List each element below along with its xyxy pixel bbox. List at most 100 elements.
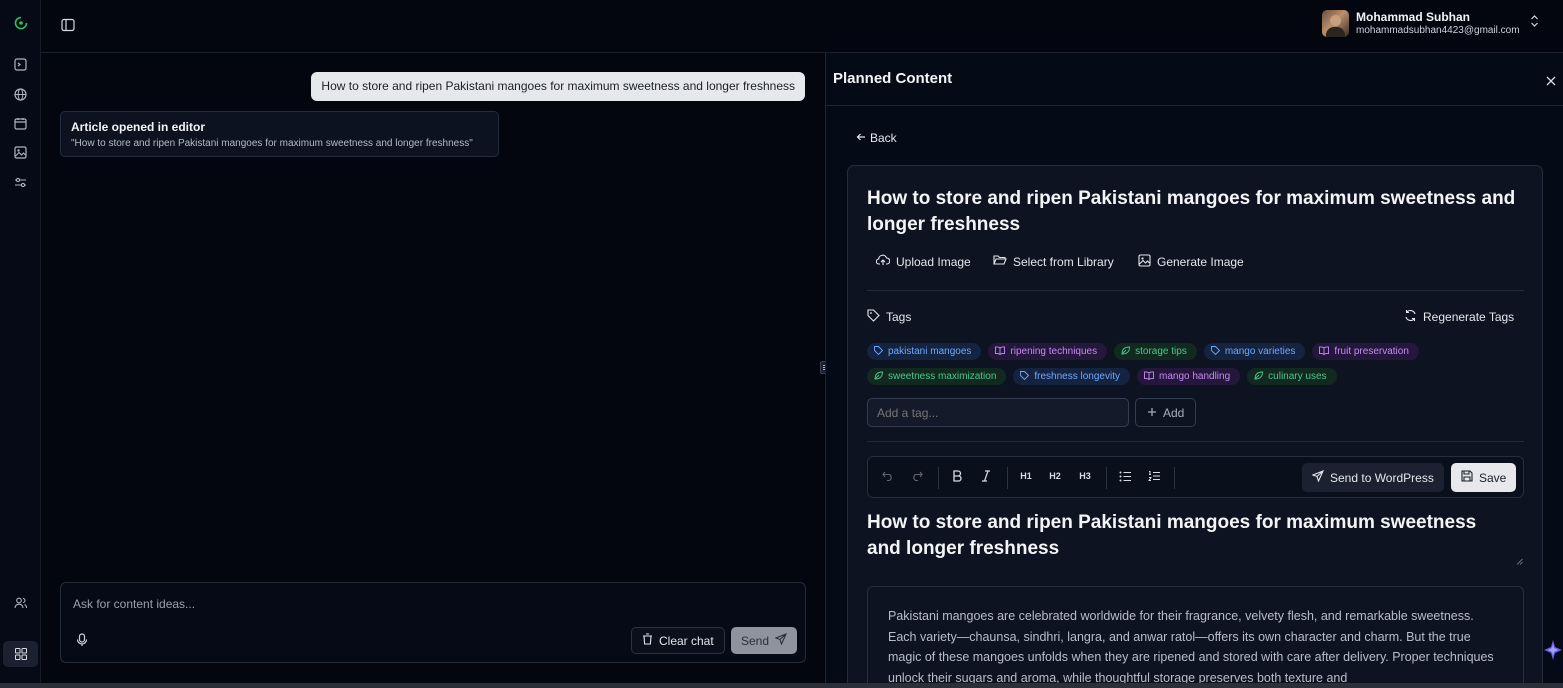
- tag-label: pakistani mangoes: [888, 346, 972, 357]
- refresh-icon: [1404, 309, 1417, 325]
- bottom-scrollbar[interactable]: [0, 683, 1563, 688]
- upload-image-label: Upload Image: [896, 254, 971, 269]
- send-to-wordpress-button[interactable]: Send to WordPress: [1302, 463, 1444, 492]
- settings-sliders-icon[interactable]: [12, 174, 29, 191]
- user-menu[interactable]: Mohammad Subhan mohammadsubhan4423@gmail…: [1322, 10, 1539, 37]
- add-tag-input[interactable]: [867, 398, 1129, 427]
- terminal-icon[interactable]: [12, 56, 29, 73]
- tag-icon: [1020, 370, 1030, 383]
- article-body[interactable]: Pakistani mangoes are celebrated worldwi…: [867, 586, 1524, 688]
- send-icon: [1311, 469, 1325, 485]
- user-email: mohammadsubhan4423@gmail.com: [1356, 24, 1520, 36]
- leaf-icon: [1121, 346, 1131, 358]
- regenerate-tags-button[interactable]: Regenerate Tags: [1404, 309, 1514, 325]
- system-card-title: Article opened in editor: [71, 120, 206, 134]
- app-logo-icon[interactable]: [12, 14, 29, 31]
- book-icon: [995, 345, 1006, 358]
- back-button[interactable]: Back: [856, 131, 897, 145]
- book-icon: [1319, 345, 1330, 358]
- tag-chip[interactable]: pakistani mangoes: [867, 343, 982, 360]
- select-from-library-button[interactable]: Select from Library: [993, 254, 1114, 269]
- clear-chat-button[interactable]: Clear chat: [631, 627, 725, 654]
- tag-label: sweetness maximization: [888, 371, 997, 382]
- toolbar-separator: [1007, 467, 1008, 489]
- italic-icon[interactable]: [977, 467, 995, 485]
- editor-heading[interactable]: How to store and ripen Pakistani mangoes…: [867, 510, 1507, 562]
- add-label: Add: [1163, 405, 1185, 420]
- bullet-list-icon[interactable]: [1116, 467, 1134, 485]
- plus-icon: [1147, 406, 1157, 420]
- image-sparkle-icon: [1138, 254, 1151, 270]
- back-label: Back: [870, 131, 897, 145]
- send-button[interactable]: Send: [731, 627, 798, 654]
- select-from-library-label: Select from Library: [1013, 254, 1114, 269]
- upload-image-button[interactable]: Upload Image: [875, 254, 971, 269]
- generate-image-button[interactable]: Generate Image: [1138, 254, 1244, 270]
- send-label: Send: [741, 633, 770, 648]
- user-message-bubble: How to store and ripen Pakistani mangoes…: [311, 72, 805, 101]
- regenerate-tags-label: Regenerate Tags: [1423, 310, 1515, 324]
- sparkle-icon[interactable]: [1543, 639, 1563, 666]
- bold-icon[interactable]: [948, 467, 966, 485]
- leaf-icon: [1254, 371, 1264, 383]
- top-bar: Mohammad Subhan mohammadsubhan4423@gmail…: [41, 0, 1563, 53]
- users-icon[interactable]: [12, 594, 29, 611]
- redo-icon[interactable]: [908, 467, 926, 485]
- avatar: [1322, 10, 1349, 37]
- send-to-wordpress-label: Send to WordPress: [1330, 470, 1434, 485]
- panel-header: Planned Content: [826, 53, 1563, 106]
- tag-chip[interactable]: culinary uses: [1247, 368, 1337, 385]
- heading-2-button[interactable]: H2: [1046, 467, 1064, 485]
- close-icon[interactable]: [1546, 73, 1556, 91]
- tag-row-2: sweetness maximization freshness longevi…: [867, 368, 1344, 385]
- tag-label: mango varieties: [1224, 346, 1296, 357]
- tag-chip[interactable]: storage tips: [1114, 343, 1197, 360]
- add-tag-button[interactable]: Add: [1135, 398, 1197, 427]
- cloud-upload-icon: [875, 254, 891, 269]
- save-button[interactable]: Save: [1451, 463, 1517, 492]
- tag-chip[interactable]: mango handling: [1136, 368, 1241, 385]
- tag-chip[interactable]: freshness longevity: [1013, 368, 1130, 385]
- icon-rail: [0, 0, 41, 688]
- grid-icon: [14, 648, 27, 660]
- save-label: Save: [1479, 470, 1507, 485]
- numbered-list-icon[interactable]: [1145, 467, 1163, 485]
- chevron-up-down-icon: [1530, 14, 1539, 33]
- toolbar-separator: [1174, 467, 1175, 489]
- chat-area: How to store and ripen Pakistani mangoes…: [41, 53, 825, 688]
- globe-icon[interactable]: [12, 86, 29, 103]
- tag-chip[interactable]: fruit preservation: [1312, 343, 1419, 360]
- heading-3-button[interactable]: H3: [1076, 467, 1094, 485]
- undo-icon[interactable]: [879, 467, 897, 485]
- planned-content-panel: Planned Content Back How to store and ri…: [825, 53, 1563, 688]
- tag-chip[interactable]: sweetness maximization: [867, 368, 1007, 385]
- book-icon: [1144, 370, 1154, 383]
- tag-label: freshness longevity: [1034, 371, 1120, 382]
- microphone-icon[interactable]: [76, 633, 88, 652]
- dashboard-grid-button[interactable]: [3, 641, 38, 667]
- tag-icon: [874, 345, 884, 358]
- tag-chip[interactable]: ripening techniques: [988, 343, 1108, 360]
- heading-1-button[interactable]: H1: [1017, 467, 1035, 485]
- divider: [867, 441, 1524, 442]
- send-icon: [774, 632, 788, 648]
- divider: [867, 290, 1524, 291]
- sidebar-toggle-icon[interactable]: [61, 18, 75, 37]
- save-icon: [1461, 470, 1473, 485]
- chat-input[interactable]: [73, 597, 773, 611]
- calendar-icon[interactable]: [12, 115, 29, 132]
- system-card-subtitle: "How to store and ripen Pakistani mangoe…: [71, 138, 473, 149]
- tags-label: Tags: [886, 310, 912, 324]
- tag-icon: [1210, 345, 1220, 358]
- tag-chip[interactable]: mango varieties: [1203, 343, 1306, 360]
- tag-label: storage tips: [1135, 346, 1187, 357]
- generate-image-label: Generate Image: [1157, 255, 1244, 269]
- resize-grip-icon[interactable]: [1516, 552, 1523, 570]
- leaf-icon: [874, 371, 883, 383]
- folder-open-icon: [993, 254, 1007, 269]
- image-icon[interactable]: [12, 144, 29, 161]
- panel-title: Planned Content: [833, 70, 953, 87]
- article-opened-card[interactable]: Article opened in editor "How to store a…: [60, 111, 499, 157]
- tags-header: Tags: [867, 309, 911, 325]
- clear-chat-label: Clear chat: [659, 633, 714, 648]
